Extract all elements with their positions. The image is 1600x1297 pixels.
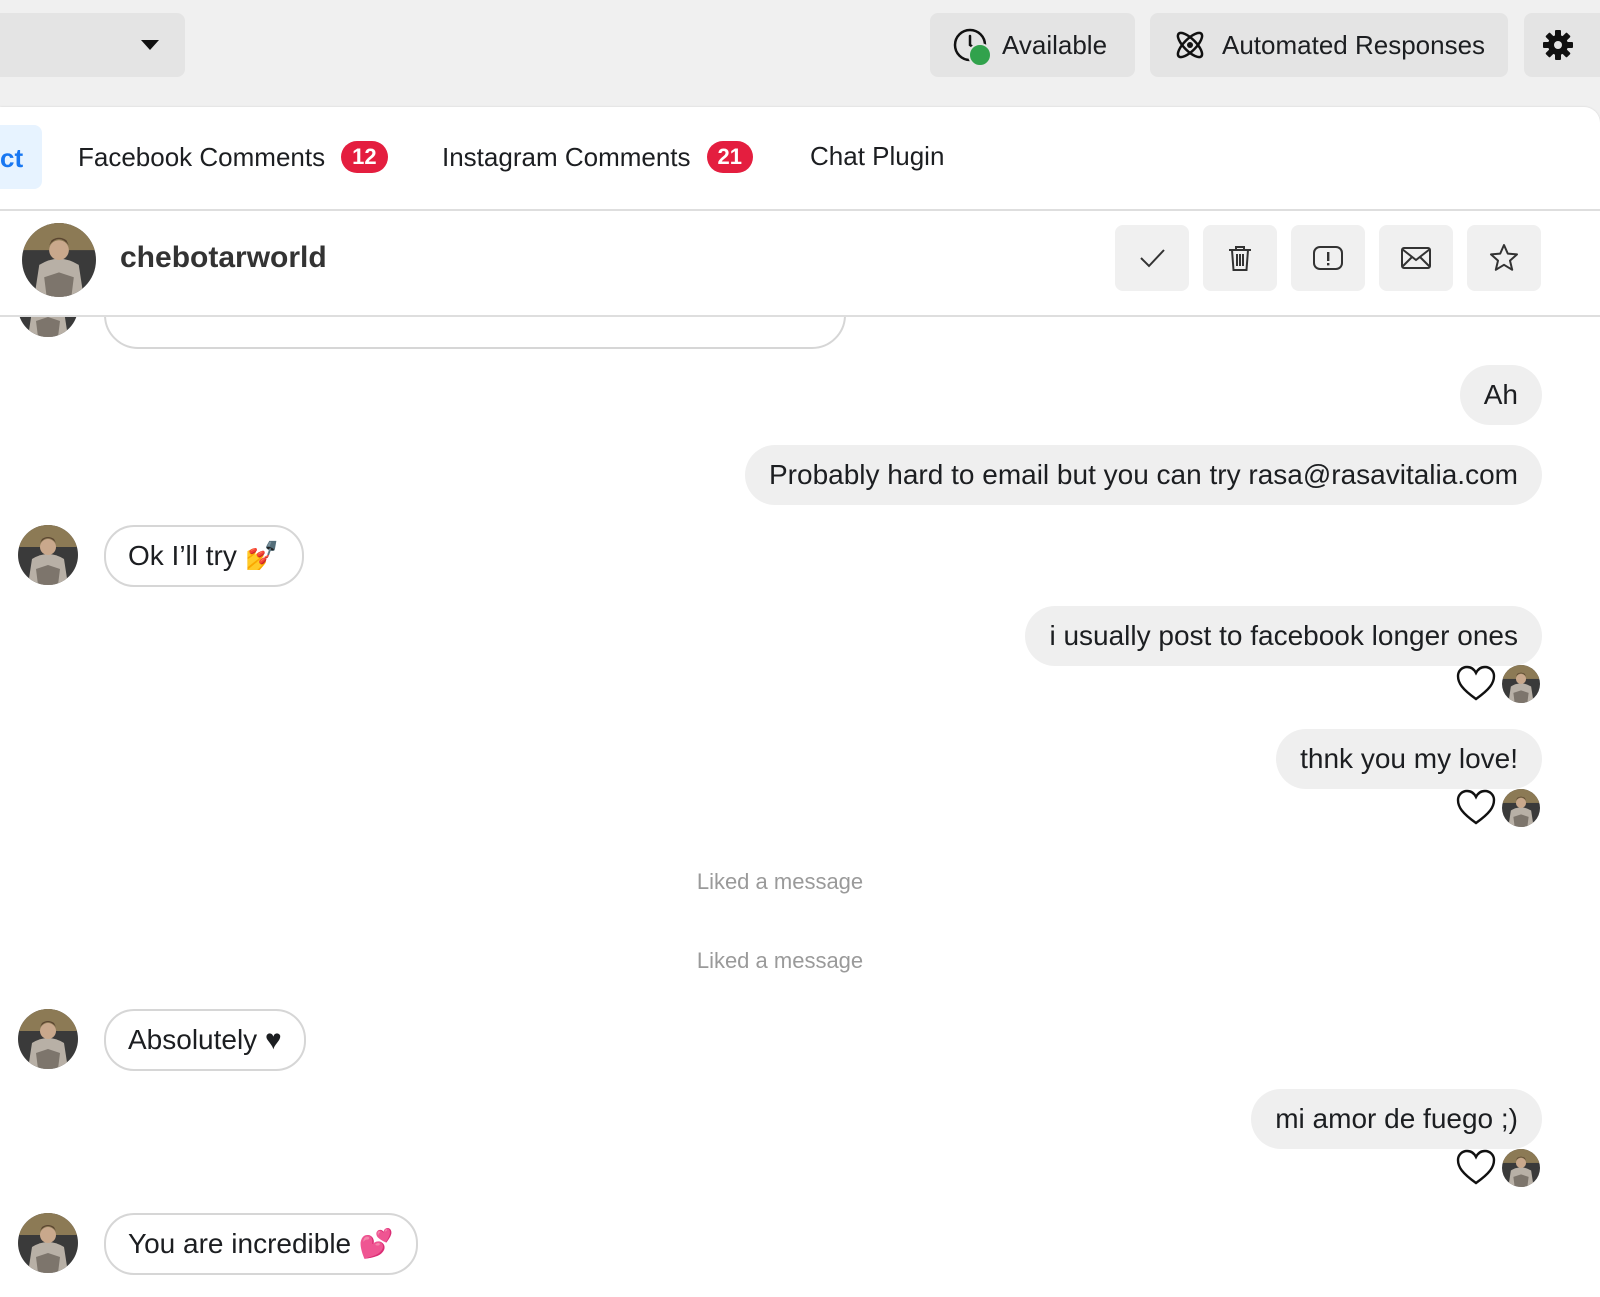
avatar xyxy=(1502,789,1540,827)
message-bubble-outgoing[interactable]: i usually post to facebook longer ones xyxy=(1025,606,1542,666)
system-event-text: Liked a message xyxy=(696,869,864,894)
inbox-panel: ct Facebook Comments 12 Instagram Commen… xyxy=(0,107,1600,1297)
automated-responses-label: Automated Responses xyxy=(1222,29,1486,60)
availability-button[interactable]: Available xyxy=(930,13,1135,77)
message-bubble-incoming xyxy=(104,317,846,349)
check-icon xyxy=(1140,249,1165,268)
heart-icon xyxy=(1456,665,1496,701)
tab-instagram-comments[interactable]: Instagram Comments 21 xyxy=(442,141,754,173)
conversation-header: chebotarworld xyxy=(0,211,1600,317)
caret-down-icon xyxy=(141,40,159,50)
star-button[interactable] xyxy=(1467,225,1541,291)
tab-direct[interactable]: ct xyxy=(0,125,42,189)
avatar xyxy=(18,1213,78,1273)
clock-icon xyxy=(952,27,992,67)
heart-icon xyxy=(1456,789,1496,825)
tab-direct-label: ct xyxy=(0,143,24,173)
message-bubble-outgoing[interactable]: mi amor de fuego ;) xyxy=(1251,1089,1542,1149)
message-bubble-incoming[interactable]: Absolutely ♥ xyxy=(104,1009,306,1071)
avatar xyxy=(1502,1149,1540,1187)
tab-bar: ct Facebook Comments 12 Instagram Commen… xyxy=(0,107,1600,211)
trash-icon xyxy=(1229,246,1251,271)
availability-label: Available xyxy=(1002,29,1108,60)
facebook-count-badge: 12 xyxy=(341,141,388,173)
avatar xyxy=(18,1009,78,1069)
tab-instagram-label: Instagram Comments xyxy=(442,141,691,172)
avatar[interactable] xyxy=(22,223,96,297)
gear-icon xyxy=(1543,30,1573,60)
avatar xyxy=(18,317,78,337)
message-reaction xyxy=(1456,1149,1540,1187)
message-bubble-outgoing[interactable]: Probably hard to email but you can try r… xyxy=(745,445,1542,505)
system-event-text: Liked a message xyxy=(696,948,864,973)
online-status-dot xyxy=(968,43,992,67)
mail-icon xyxy=(1401,247,1431,269)
tab-facebook-label: Facebook Comments xyxy=(78,141,326,172)
settings-button[interactable] xyxy=(1524,13,1600,77)
message-bubble-outgoing[interactable]: thnk you my love! xyxy=(1276,729,1542,789)
contact-username[interactable]: chebotarworld xyxy=(120,241,327,275)
message-thread[interactable]: Ah Probably hard to email but you can tr… xyxy=(0,317,1600,1297)
alert-icon xyxy=(1313,246,1343,270)
mark-unread-button[interactable] xyxy=(1379,225,1453,291)
delete-button[interactable] xyxy=(1203,225,1277,291)
message-bubble-incoming[interactable]: Ok I’ll try 💅 xyxy=(104,525,304,587)
atom-icon xyxy=(1176,31,1204,59)
automated-responses-button[interactable]: Automated Responses xyxy=(1150,13,1508,77)
message-reaction xyxy=(1456,665,1540,703)
heart-icon xyxy=(1456,1149,1496,1185)
instagram-count-badge: 21 xyxy=(706,141,754,173)
tab-facebook-comments[interactable]: Facebook Comments 12 xyxy=(78,141,388,173)
message-reaction xyxy=(1456,789,1540,827)
avatar xyxy=(1502,665,1540,703)
avatar xyxy=(18,525,78,585)
tab-chat-label: Chat Plugin xyxy=(810,141,945,171)
star-icon xyxy=(1490,244,1518,271)
message-bubble-outgoing[interactable]: Ah xyxy=(1459,365,1542,425)
message-bubble-incoming[interactable]: You are incredible 💕 xyxy=(104,1213,418,1275)
account-dropdown[interactable] xyxy=(0,13,185,77)
tab-chat-plugin[interactable]: Chat Plugin xyxy=(810,141,944,172)
report-spam-button[interactable] xyxy=(1291,225,1365,291)
mark-done-button[interactable] xyxy=(1115,225,1189,291)
